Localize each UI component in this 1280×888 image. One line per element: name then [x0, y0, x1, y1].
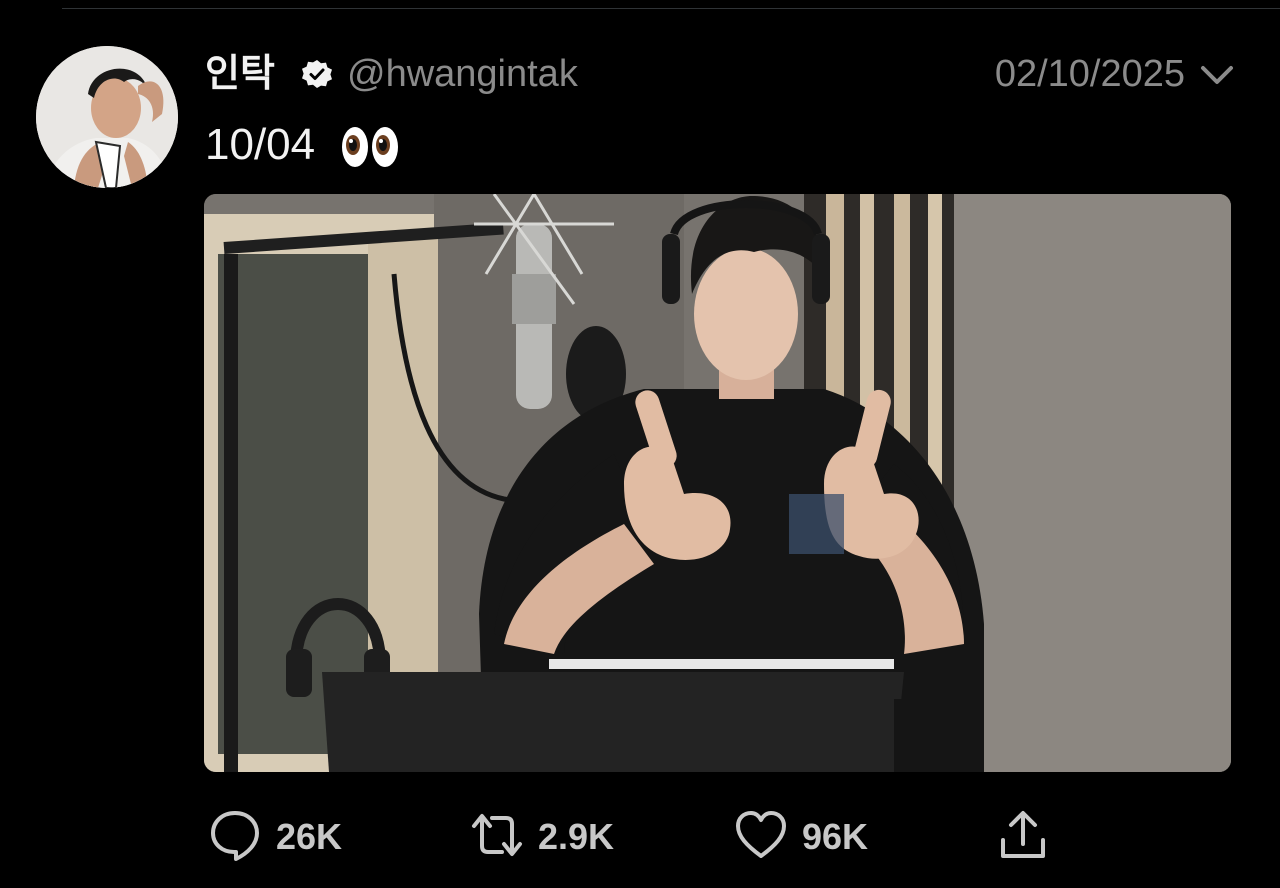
tweet-actions: 26K 2.9K 96K	[0, 800, 1280, 870]
avatar-image	[36, 46, 178, 188]
recording-studio-photo	[204, 194, 1231, 772]
avatar[interactable]	[36, 46, 178, 188]
reply-icon	[211, 811, 259, 861]
like-count: 96K	[802, 816, 869, 857]
share-icon	[1001, 811, 1045, 858]
user-handle[interactable]: @hwangintak	[347, 52, 578, 96]
verified-badge-icon	[302, 60, 332, 88]
heart-icon	[736, 811, 786, 858]
retweet-icon	[472, 814, 522, 856]
reply-count: 26K	[276, 816, 343, 857]
top-divider	[62, 8, 1280, 9]
tweet-header: 인탁 @hwangintak 02/10/2025	[205, 52, 1235, 96]
tweet-text-content: 10/04	[205, 120, 316, 169]
eyes-emoji	[342, 127, 399, 168]
tweet-media-image[interactable]	[204, 194, 1231, 772]
tweet-text: 10/04	[205, 118, 401, 172]
display-name[interactable]: 인탁	[205, 52, 275, 96]
timestamp[interactable]: 02/10/2025	[995, 52, 1185, 96]
share-button[interactable]	[996, 808, 1050, 862]
chevron-down-icon[interactable]	[1199, 58, 1235, 90]
retweet-count: 2.9K	[538, 816, 615, 857]
